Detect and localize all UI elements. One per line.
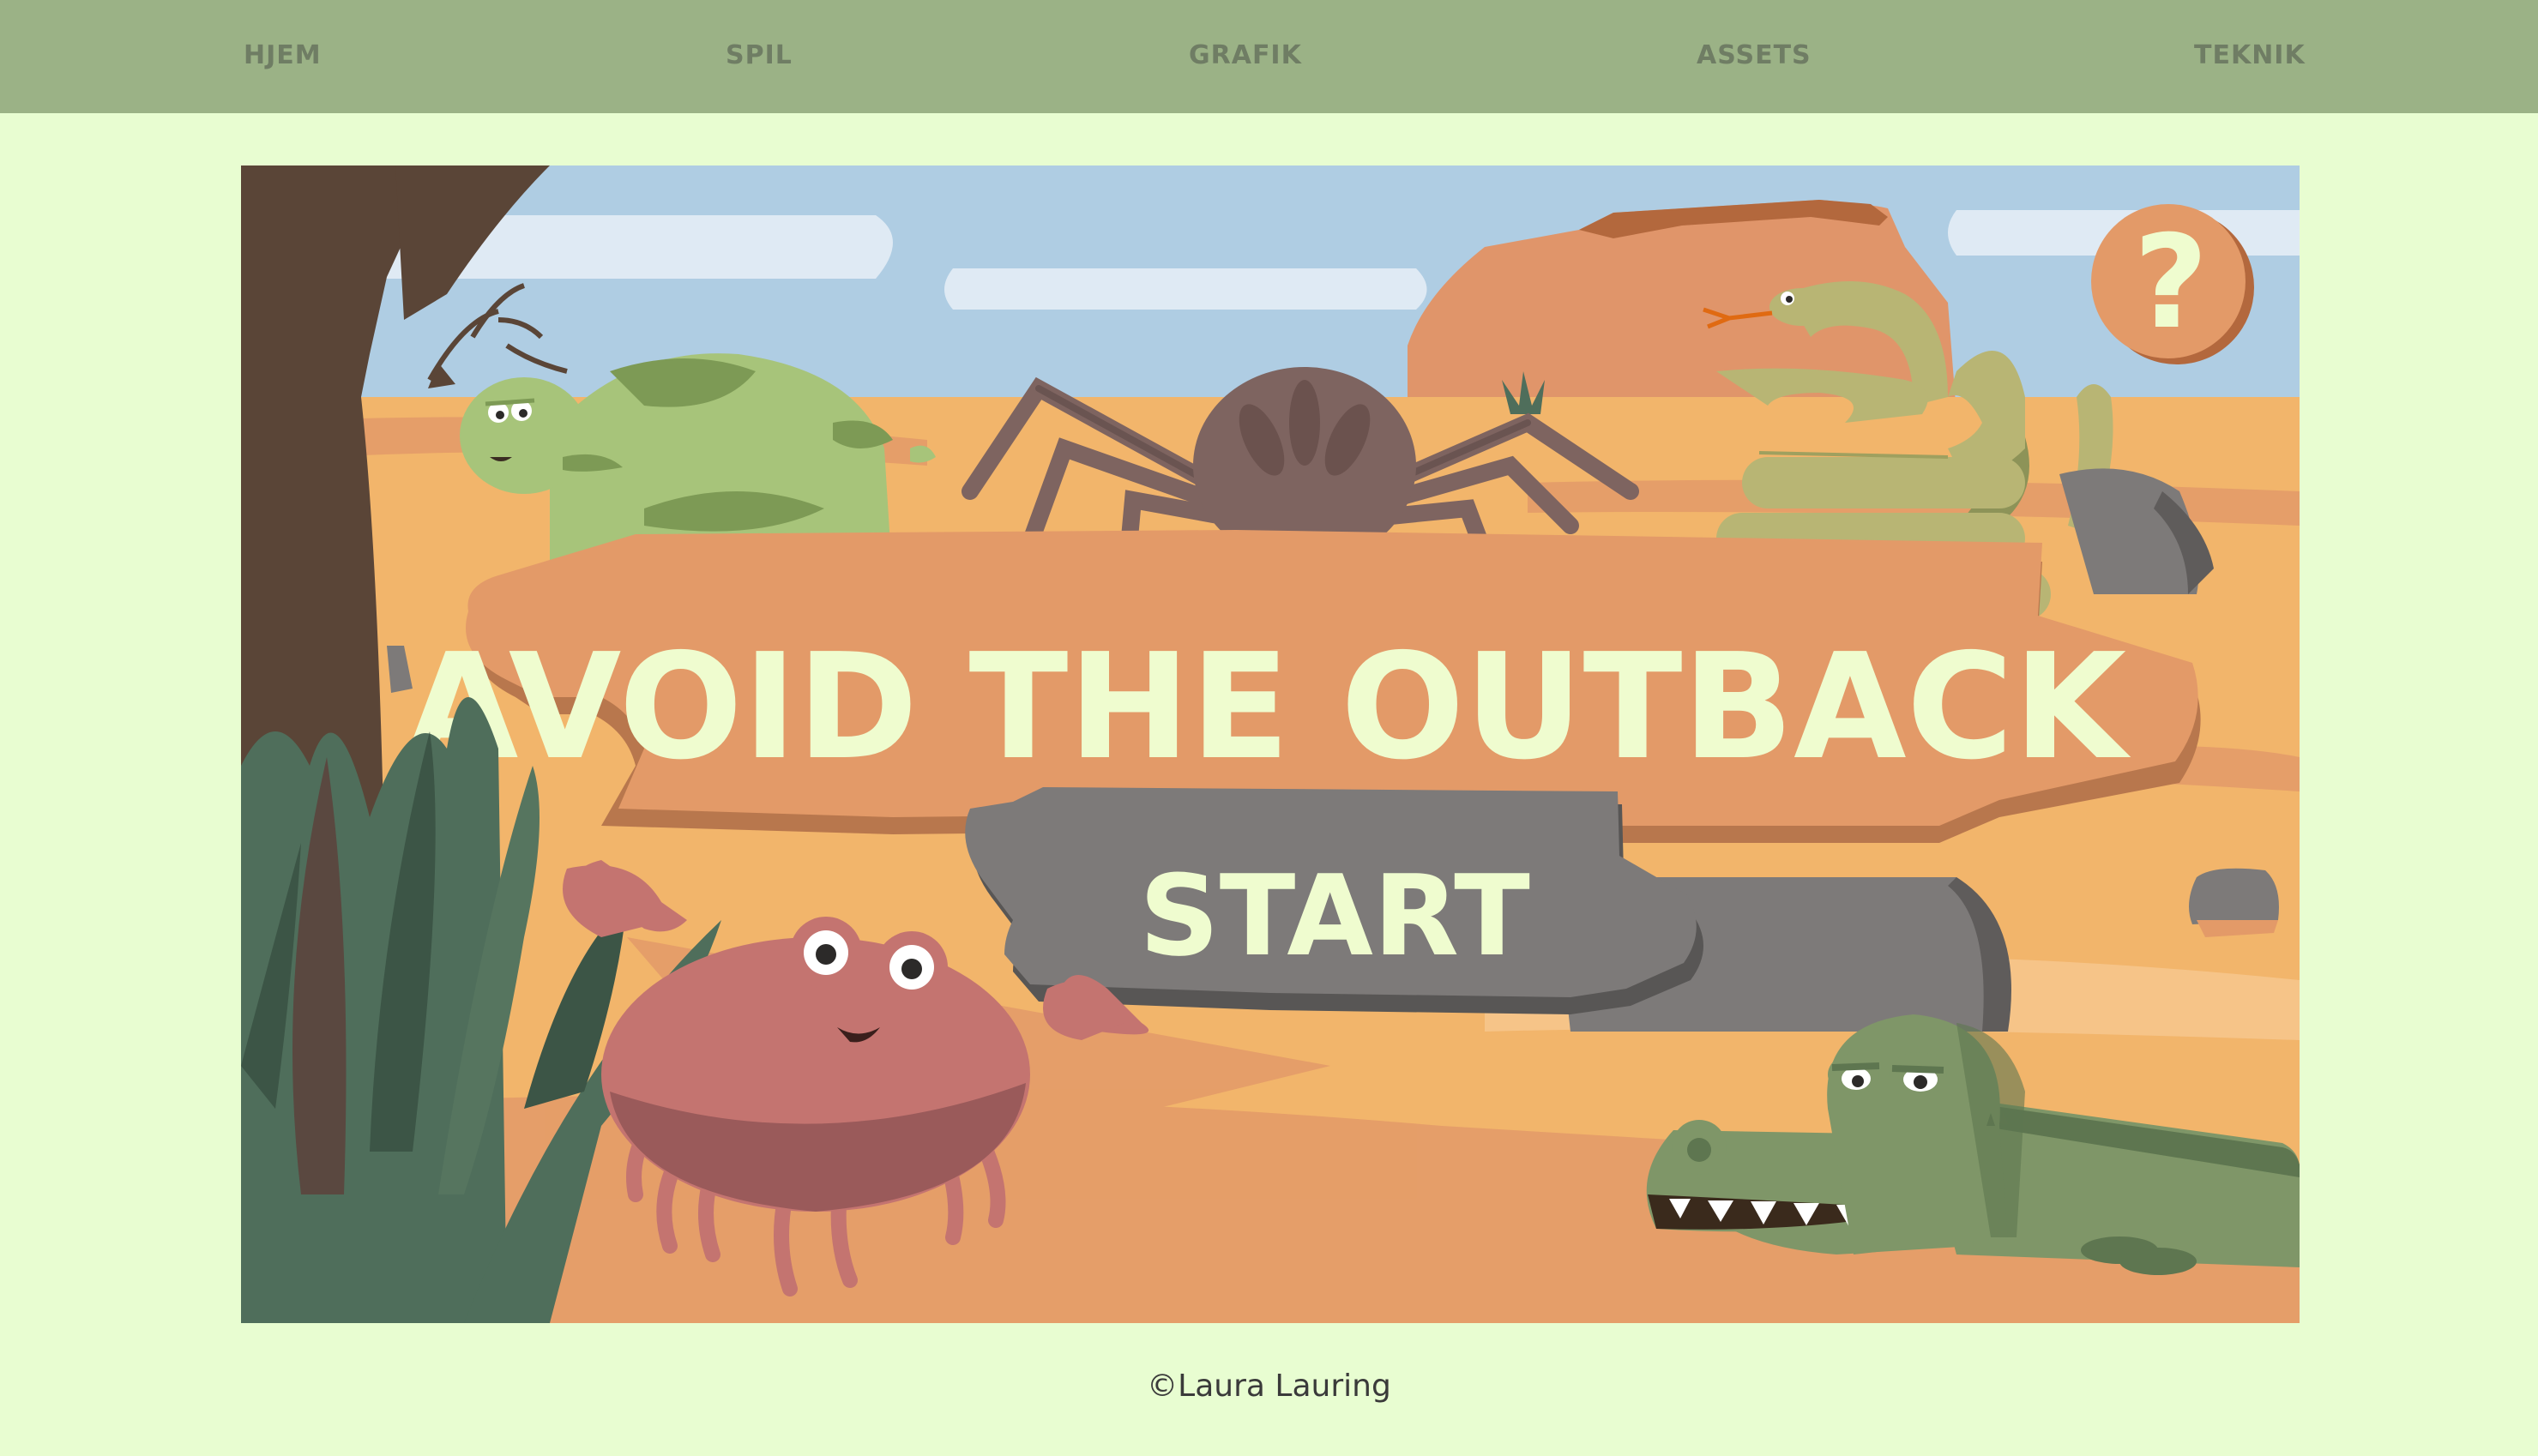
footer-copyright: ©Laura Lauring <box>1147 1369 1391 1404</box>
outback-scene: AVOID THE OUTBACK START ? <box>241 165 2300 1323</box>
nav-link-spil[interactable]: SPIL <box>726 38 793 74</box>
nav-link-teknik[interactable]: TEKNIK <box>2194 38 2306 74</box>
nav-link-grafik[interactable]: GRAFIK <box>1189 38 1302 74</box>
top-navigation-bar: HJEM SPIL GRAFIK ASSETS TEKNIK <box>0 0 2538 113</box>
nav-link-hjem[interactable]: HJEM <box>244 38 322 74</box>
game-start-screen: AVOID THE OUTBACK START ? <box>241 165 2300 1323</box>
start-label: START <box>1139 851 1530 981</box>
help-question-mark: ? <box>2133 208 2208 358</box>
game-title: AVOID THE OUTBACK <box>406 623 2131 792</box>
nav-link-assets[interactable]: ASSETS <box>1697 38 1812 74</box>
